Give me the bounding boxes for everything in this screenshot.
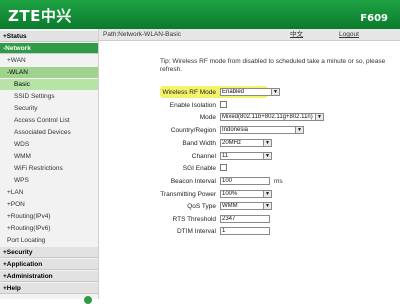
chevron-down-icon: ▼ (263, 203, 271, 209)
sidebar-item-security[interactable]: +Security (0, 247, 98, 258)
sidebar-item-ssid-settings[interactable]: SSID Settings (0, 91, 98, 102)
sidebar-item-application[interactable]: +Application (0, 259, 98, 270)
qos-label: QoS Type (187, 203, 216, 210)
power-label: Transmitting Power (160, 191, 216, 198)
chevron-down-icon: ▼ (263, 153, 271, 159)
sidebar-item-routing-ipv4[interactable]: +Routing(IPv4) (0, 211, 98, 222)
isolation-checkbox[interactable] (220, 101, 227, 108)
sgi-label: SGI Enable (182, 165, 216, 172)
sidebar-item-wps[interactable]: WPS (0, 175, 98, 186)
sidebar-item-wmm[interactable]: WMM (0, 151, 98, 162)
device-model: F609 (360, 13, 388, 24)
bandwidth-select[interactable]: 20MHz ▼ (220, 139, 272, 147)
help-circle-icon[interactable] (84, 296, 92, 304)
rts-input[interactable]: 2347 (220, 215, 270, 223)
power-select[interactable]: 100% ▼ (220, 190, 272, 198)
sidebar-item-wlan[interactable]: -WLAN (0, 67, 98, 78)
channel-label: Channel (191, 153, 216, 160)
isolation-label: Enable Isolation (169, 102, 216, 109)
chevron-down-icon: ▼ (295, 127, 303, 133)
chevron-down-icon: ▼ (263, 140, 271, 146)
sgi-checkbox[interactable] (220, 164, 227, 171)
rts-label: RTS Threshold (172, 216, 216, 223)
sidebar-item-wan[interactable]: +WAN (0, 55, 98, 66)
channel-select[interactable]: 11 ▼ (220, 152, 272, 160)
beacon-unit: ms (274, 178, 283, 185)
country-select[interactable]: Indonesia ▼ (220, 126, 304, 134)
zte-logo: ZTE中兴 (8, 7, 72, 25)
sidebar-item-wds[interactable]: WDS (0, 139, 98, 150)
country-label: Country/Region (170, 127, 216, 134)
tip-text: Tip: Wireless RF mode from disabled to s… (160, 58, 386, 73)
sidebar-item-network[interactable]: -Network (0, 43, 98, 54)
logout-link[interactable]: Logout (339, 29, 359, 40)
beacon-input[interactable]: 100 (220, 177, 270, 185)
beacon-label: Beacon Interval (170, 178, 216, 185)
sidebar-item-administration[interactable]: +Administration (0, 271, 98, 282)
rf-mode-label: Wireless RF Mode (162, 89, 216, 96)
chevron-down-icon: ▼ (263, 191, 271, 197)
header-bar: ZTE中兴 F609 (0, 0, 400, 29)
sidebar-item-pon[interactable]: +PON (0, 199, 98, 210)
sidebar-item-status[interactable]: +Status (0, 31, 98, 42)
breadcrumb: Path:Network-WLAN-Basic (103, 31, 182, 38)
chevron-down-icon: ▼ (271, 89, 279, 95)
mode-select[interactable]: Mixed(802.11b+802.11g+802.11n) ▼ (220, 113, 324, 121)
sidebar: +Status -Network +WAN -WLAN Basic SSID S… (0, 29, 99, 304)
sidebar-item-associated-devices[interactable]: Associated Devices (0, 127, 98, 138)
sidebar-item-wifi-restrictions[interactable]: WiFi Restrictions (0, 163, 98, 174)
sidebar-item-routing-ipv6[interactable]: +Routing(IPv6) (0, 223, 98, 234)
dtim-input[interactable]: 1 (220, 227, 270, 235)
mode-label: Mode (199, 114, 216, 121)
chevron-down-icon: ▼ (315, 114, 323, 120)
qos-select[interactable]: WMM ▼ (220, 202, 272, 210)
sidebar-item-security-wlan[interactable]: Security (0, 103, 98, 114)
sidebar-item-help[interactable]: +Help (0, 283, 98, 294)
sidebar-item-port-locating[interactable]: Port Locating (0, 235, 98, 246)
language-link[interactable]: 中文 (290, 29, 303, 40)
dtim-label: DTIM Interval (176, 228, 216, 235)
sidebar-item-basic[interactable]: Basic (0, 79, 98, 90)
sidebar-item-lan[interactable]: +LAN (0, 187, 98, 198)
rf-mode-select[interactable]: Enabled ▼ (220, 88, 280, 96)
path-bar: Path:Network-WLAN-Basic 中文 Logout (99, 29, 400, 41)
sidebar-item-access-control-list[interactable]: Access Control List (0, 115, 98, 126)
bandwidth-label: Band Width (182, 140, 216, 147)
